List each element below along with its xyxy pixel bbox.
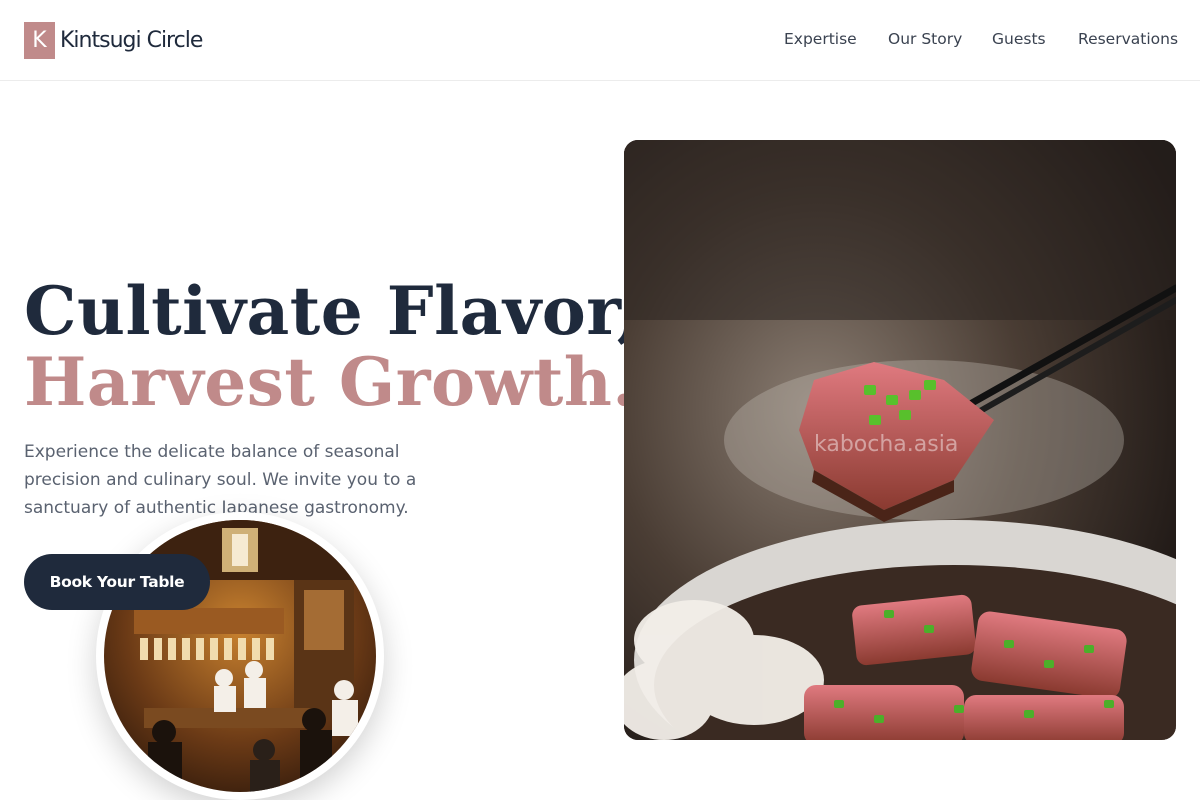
site-header: K Kintsugi Circle Expertise Our Story Gu… xyxy=(0,0,1200,81)
nav-link-guests[interactable]: Guests xyxy=(992,30,1046,50)
photo-watermark: kabocha.asia xyxy=(814,432,959,457)
brand-logo[interactable]: K Kintsugi Circle xyxy=(24,22,203,59)
book-table-button[interactable]: Book Your Table xyxy=(24,554,210,610)
hero-food-photo: kabocha.asia xyxy=(624,140,1176,740)
brand-name: Kintsugi Circle xyxy=(60,28,203,53)
hero-headline-line-1: Cultivate Flavor, xyxy=(24,272,641,350)
nav-link-our-story[interactable]: Our Story xyxy=(888,30,962,50)
nav-link-reservations[interactable]: Reservations xyxy=(1078,30,1178,50)
logo-mark: K xyxy=(24,22,55,59)
hero-subtext: Experience the delicate balance of seaso… xyxy=(24,442,417,518)
nav-link-expertise[interactable]: Expertise xyxy=(784,30,857,50)
hero-headline-line-2: Harvest Growth. xyxy=(24,343,636,421)
